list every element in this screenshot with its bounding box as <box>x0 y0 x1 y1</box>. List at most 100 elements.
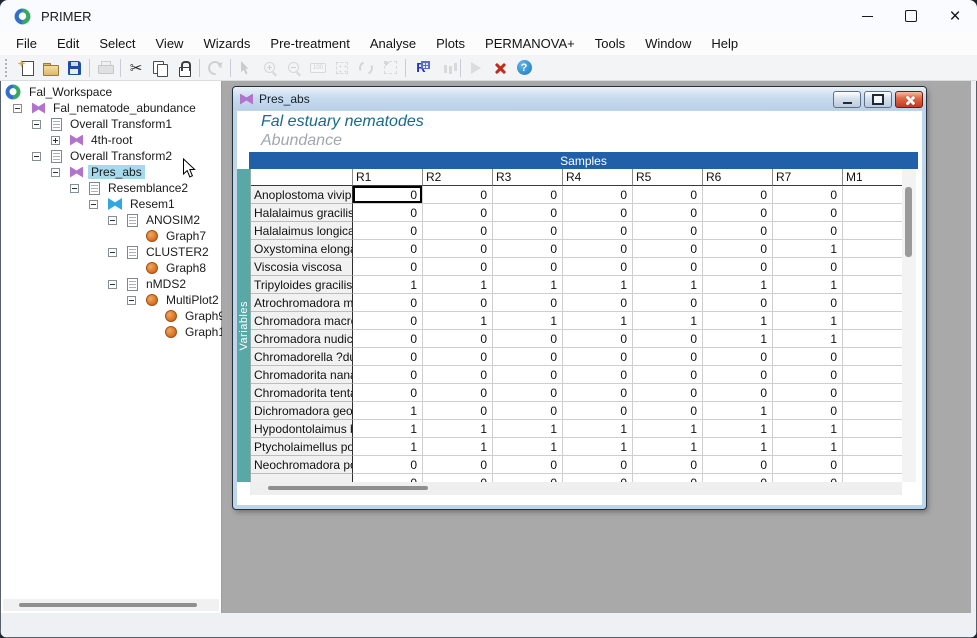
cell[interactable]: 1 <box>633 312 703 330</box>
row-label[interactable]: Viscosia viscosa <box>251 258 353 276</box>
cell[interactable]: 1 <box>703 438 773 456</box>
menu-plots[interactable]: Plots <box>426 34 475 53</box>
help-button[interactable] <box>512 57 536 79</box>
menu-file[interactable]: File <box>6 34 47 53</box>
tree-item-graph8[interactable]: Graph8 <box>1 260 221 276</box>
tree-scrollbar-thumb[interactable] <box>19 603 197 607</box>
menu-tools[interactable]: Tools <box>585 34 635 53</box>
row-label[interactable]: Chromadora nudica <box>251 330 353 348</box>
cell[interactable]: 0 <box>493 240 563 258</box>
cell[interactable]: 1 <box>353 420 423 438</box>
cell[interactable]: 0 <box>423 348 493 366</box>
cell[interactable]: 0 <box>703 186 773 204</box>
expander-minus-icon[interactable] <box>89 200 98 209</box>
maximize-button[interactable] <box>889 1 933 32</box>
pointer-button[interactable] <box>234 57 258 79</box>
expander-plus-icon[interactable] <box>51 136 60 145</box>
cell[interactable] <box>843 222 902 240</box>
tree-item-resemblance2[interactable]: Resemblance2 <box>1 180 221 196</box>
cell[interactable]: 0 <box>563 456 633 474</box>
cell[interactable]: 0 <box>633 294 703 312</box>
cell[interactable]: 0 <box>773 186 843 204</box>
cell[interactable]: 0 <box>633 240 703 258</box>
tree-item-cluster2[interactable]: CLUSTER2 <box>1 244 221 260</box>
cell[interactable]: 0 <box>423 330 493 348</box>
cell[interactable]: 1 <box>703 276 773 294</box>
cell[interactable]: 1 <box>353 402 423 420</box>
zoom-out-button[interactable] <box>282 57 306 79</box>
column-header-r2[interactable]: R2 <box>423 169 493 186</box>
row-label[interactable]: Halalaimus gracilis <box>251 204 353 222</box>
cell[interactable]: 0 <box>703 258 773 276</box>
cell[interactable]: 1 <box>773 438 843 456</box>
column-header-m1[interactable]: M1 <box>843 169 902 186</box>
cell[interactable] <box>843 240 902 258</box>
row-label[interactable]: Tripyloides gracilis <box>251 276 353 294</box>
cell[interactable]: 1 <box>493 312 563 330</box>
menu-view[interactable]: View <box>146 34 194 53</box>
cell[interactable]: 0 <box>563 240 633 258</box>
cell[interactable]: 1 <box>773 420 843 438</box>
grid-vscrollbar-thumb[interactable] <box>905 187 912 257</box>
cell[interactable] <box>843 312 902 330</box>
cell[interactable]: 0 <box>563 222 633 240</box>
row-label[interactable]: Chromadorella ?dub <box>251 348 353 366</box>
paste-button[interactable] <box>172 57 196 79</box>
cell[interactable]: 0 <box>493 222 563 240</box>
cell[interactable]: 0 <box>353 348 423 366</box>
cell[interactable]: 1 <box>703 420 773 438</box>
cell[interactable]: 0 <box>633 474 703 482</box>
row-label[interactable]: Oxystomina elongat <box>251 240 353 258</box>
grid-hscrollbar-thumb[interactable] <box>268 486 428 490</box>
cell[interactable]: 0 <box>633 204 703 222</box>
menu-window[interactable]: Window <box>635 34 701 53</box>
cell[interactable]: 0 <box>423 240 493 258</box>
cell[interactable]: 0 <box>423 366 493 384</box>
minimize-button[interactable] <box>845 1 889 32</box>
cell[interactable]: 0 <box>703 348 773 366</box>
cell[interactable]: 0 <box>703 294 773 312</box>
expander-minus-icon[interactable] <box>108 248 117 257</box>
expander-minus-icon[interactable] <box>108 280 117 289</box>
cell[interactable]: 1 <box>353 438 423 456</box>
cell[interactable]: 0 <box>703 384 773 402</box>
tree-horizontal-scrollbar[interactable] <box>3 599 219 611</box>
cell[interactable] <box>843 276 902 294</box>
cell[interactable]: 0 <box>493 384 563 402</box>
cell[interactable]: 0 <box>353 366 423 384</box>
refresh-button[interactable] <box>354 57 378 79</box>
cell[interactable]: 1 <box>493 276 563 294</box>
run-button[interactable] <box>464 57 488 79</box>
cell[interactable]: 0 <box>353 294 423 312</box>
cell[interactable]: 0 <box>633 402 703 420</box>
cell[interactable]: 1 <box>633 420 703 438</box>
row-label[interactable]: Hypodontolaimus b <box>251 420 353 438</box>
cell[interactable] <box>843 456 902 474</box>
cell[interactable]: 1 <box>773 312 843 330</box>
cell[interactable]: 0 <box>353 474 423 482</box>
cell[interactable]: 0 <box>493 330 563 348</box>
cell[interactable]: 0 <box>703 240 773 258</box>
menu-permanova[interactable]: PERMANOVA+ <box>475 34 585 53</box>
column-header-r1[interactable]: R1 <box>353 169 423 186</box>
cell[interactable] <box>843 420 902 438</box>
tree-item-nmds2[interactable]: nMDS2 <box>1 276 221 292</box>
expander-minus-icon[interactable] <box>13 104 22 113</box>
column-header-r6[interactable]: R6 <box>703 169 773 186</box>
grid-vertical-scrollbar[interactable] <box>902 169 916 482</box>
column-header-r5[interactable]: R5 <box>633 169 703 186</box>
expander-minus-icon[interactable] <box>51 168 60 177</box>
row-label[interactable]: Chromadora macrol <box>251 312 353 330</box>
undo-button[interactable] <box>203 57 227 79</box>
cell[interactable] <box>843 438 902 456</box>
row-label[interactable]: Ptycholaimellus po <box>251 438 353 456</box>
row-label[interactable]: Neochromadora po <box>251 456 353 474</box>
cell[interactable]: 0 <box>493 474 563 482</box>
cell[interactable]: 0 <box>493 186 563 204</box>
cell[interactable]: 0 <box>773 294 843 312</box>
grid-horizontal-scrollbar[interactable] <box>250 482 902 495</box>
row-label[interactable]: Dichromadora geop <box>251 402 353 420</box>
print-button[interactable] <box>93 57 117 79</box>
cell[interactable]: 0 <box>423 204 493 222</box>
tree-item-graph7[interactable]: Graph7 <box>1 228 221 244</box>
